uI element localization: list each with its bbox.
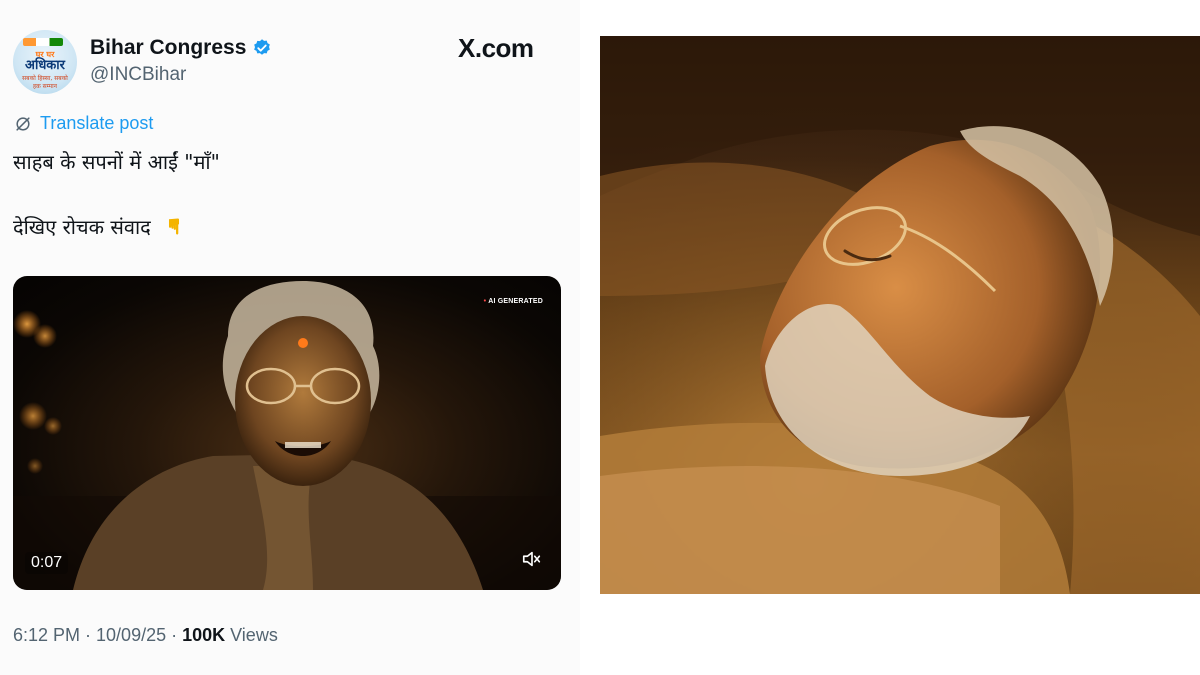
video-player[interactable]: • AI GENERATED 0:07 [13,276,561,590]
avatar-line3: सबको हिस्सा, सबको [22,75,68,82]
verified-badge-icon [254,39,271,55]
mute-icon[interactable] [521,548,543,570]
views-count: 100K [182,625,226,645]
avatar-line4: हक़ सम्मान [32,83,58,90]
tweet-screenshot: घर घर अधिकार सबको हिस्सा, सबको हक़ सम्मा… [0,0,580,675]
tweet-text-line2: देखिए रोचक संवाद ☛ [13,213,186,240]
tweet-text-line2-label: देखिए रोचक संवाद [13,215,151,239]
tricolor-strip [23,38,63,46]
avatar-tagline: सबको हिस्सा, सबको हक़ सम्मान [13,75,77,91]
ai-generated-text: AI GENERATED [488,298,543,305]
account-name-text: Bihar Congress [90,36,247,59]
views-label: Views [225,625,278,645]
site-watermark: X.com [458,33,534,63]
profile-avatar[interactable]: घर घर अधिकार सबको हिस्सा, सबको हक़ सम्मा… [13,30,77,94]
sleeping-man-illustration [600,36,1200,594]
avatar-line2: अधिकार [25,58,65,73]
sleeping-man-image [600,36,1200,594]
video-thumbnail-grandmother [13,281,561,590]
account-name[interactable]: Bihar Congress [90,36,272,60]
translate-icon [16,116,30,131]
pointing-down-icon: ☛ [160,216,186,237]
tweet-timestamp[interactable]: 6:12 PM · 10/09/25 · [13,625,182,645]
video-time: 0:07 [25,552,69,574]
ai-generated-label: • AI GENERATED [483,298,543,305]
translate-post-link[interactable]: Translate post [13,113,153,134]
tweet-metadata: 6:12 PM · 10/09/25 · 100K Views [13,625,278,646]
translate-post-label: Translate post [40,113,154,133]
avatar-logo-text: घर घर अधिकार [13,50,77,73]
account-handle[interactable]: @INCBihar [90,64,186,86]
tweet-text-line1: साहब के सपनों में आईं "माँ" [13,150,220,174]
